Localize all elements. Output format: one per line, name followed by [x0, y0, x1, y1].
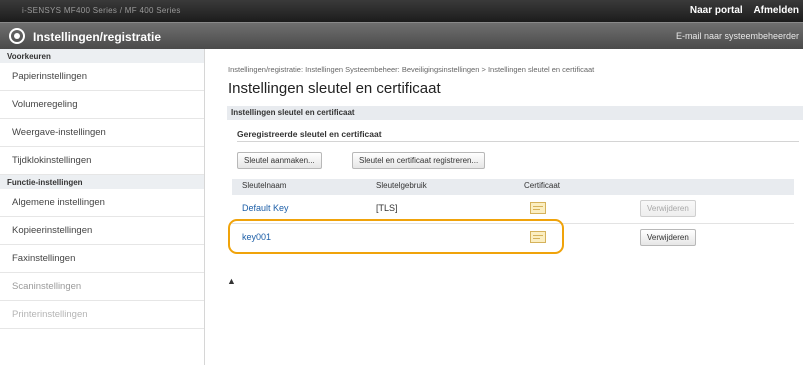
title-bar: Instellingen/registratie E-mail naar sys…	[0, 22, 803, 49]
portal-link[interactable]: Naar portal	[690, 5, 743, 16]
sidebar-section-functions: Functie-instellingen	[0, 175, 204, 189]
column-key-name: Sleutelnaam	[242, 181, 287, 190]
generate-key-button[interactable]: Sleutel aanmaken...	[237, 152, 322, 169]
mail-admin-link[interactable]: E-mail naar systeembeheerder	[676, 31, 799, 41]
sidebar-item-printer-settings[interactable]: Printerinstellingen	[0, 301, 204, 329]
sidebar-item-scan-settings[interactable]: Scaninstellingen	[0, 273, 204, 301]
breadcrumb: Instellingen/registratie: Instellingen S…	[228, 65, 595, 74]
sidebar-item-general-settings[interactable]: Algemene instellingen	[0, 189, 204, 217]
sidebar-item-fax-settings[interactable]: Faxinstellingen	[0, 245, 204, 273]
sidebar-item-timer-settings[interactable]: Tijdklokinstellingen	[0, 147, 204, 175]
subsection-title: Geregistreerde sleutel en certificaat	[237, 129, 799, 142]
sidebar-item-volume[interactable]: Volumeregeling	[0, 91, 204, 119]
app-title: Instellingen/registratie	[33, 30, 162, 44]
sidebar-section-preferences: Voorkeuren	[0, 49, 204, 63]
back-to-top-icon[interactable]: ▲	[227, 277, 236, 286]
key-usage: [TLS]	[376, 203, 398, 213]
device-model: i-SENSYS MF400 Series / MF 400 Series	[22, 6, 181, 15]
certificate-icon[interactable]	[530, 202, 546, 214]
column-certificate: Certificaat	[524, 181, 561, 190]
subsection: Geregistreerde sleutel en certificaat	[237, 129, 799, 142]
table-header: Sleutelnaam Sleutelgebruik Certificaat	[232, 179, 794, 195]
sidebar-item-display-settings[interactable]: Weergave-instellingen	[0, 119, 204, 147]
highlight-outline	[228, 219, 564, 254]
section-header: Instellingen sleutel en certificaat	[227, 106, 803, 120]
delete-button-default-key[interactable]: Verwijderen	[640, 200, 696, 217]
key-name-default-key[interactable]: Default Key	[242, 203, 289, 213]
sidebar: Voorkeuren Papierinstellingen Volumerege…	[0, 49, 205, 365]
logout-link[interactable]: Afmelden	[753, 5, 799, 16]
register-key-button[interactable]: Sleutel en certificaat registreren...	[352, 152, 486, 169]
page-title: Instellingen sleutel en certificaat	[228, 80, 441, 97]
sidebar-item-paper-settings[interactable]: Papierinstellingen	[0, 63, 204, 91]
delete-button-key001[interactable]: Verwijderen	[640, 229, 696, 246]
column-key-usage: Sleutelgebruik	[376, 181, 427, 190]
settings-gear-icon	[9, 28, 25, 44]
sidebar-item-copy-settings[interactable]: Kopieerinstellingen	[0, 217, 204, 245]
top-bar: i-SENSYS MF400 Series / MF 400 Series Na…	[0, 0, 803, 22]
top-links: Naar portal Afmelden	[682, 5, 799, 16]
